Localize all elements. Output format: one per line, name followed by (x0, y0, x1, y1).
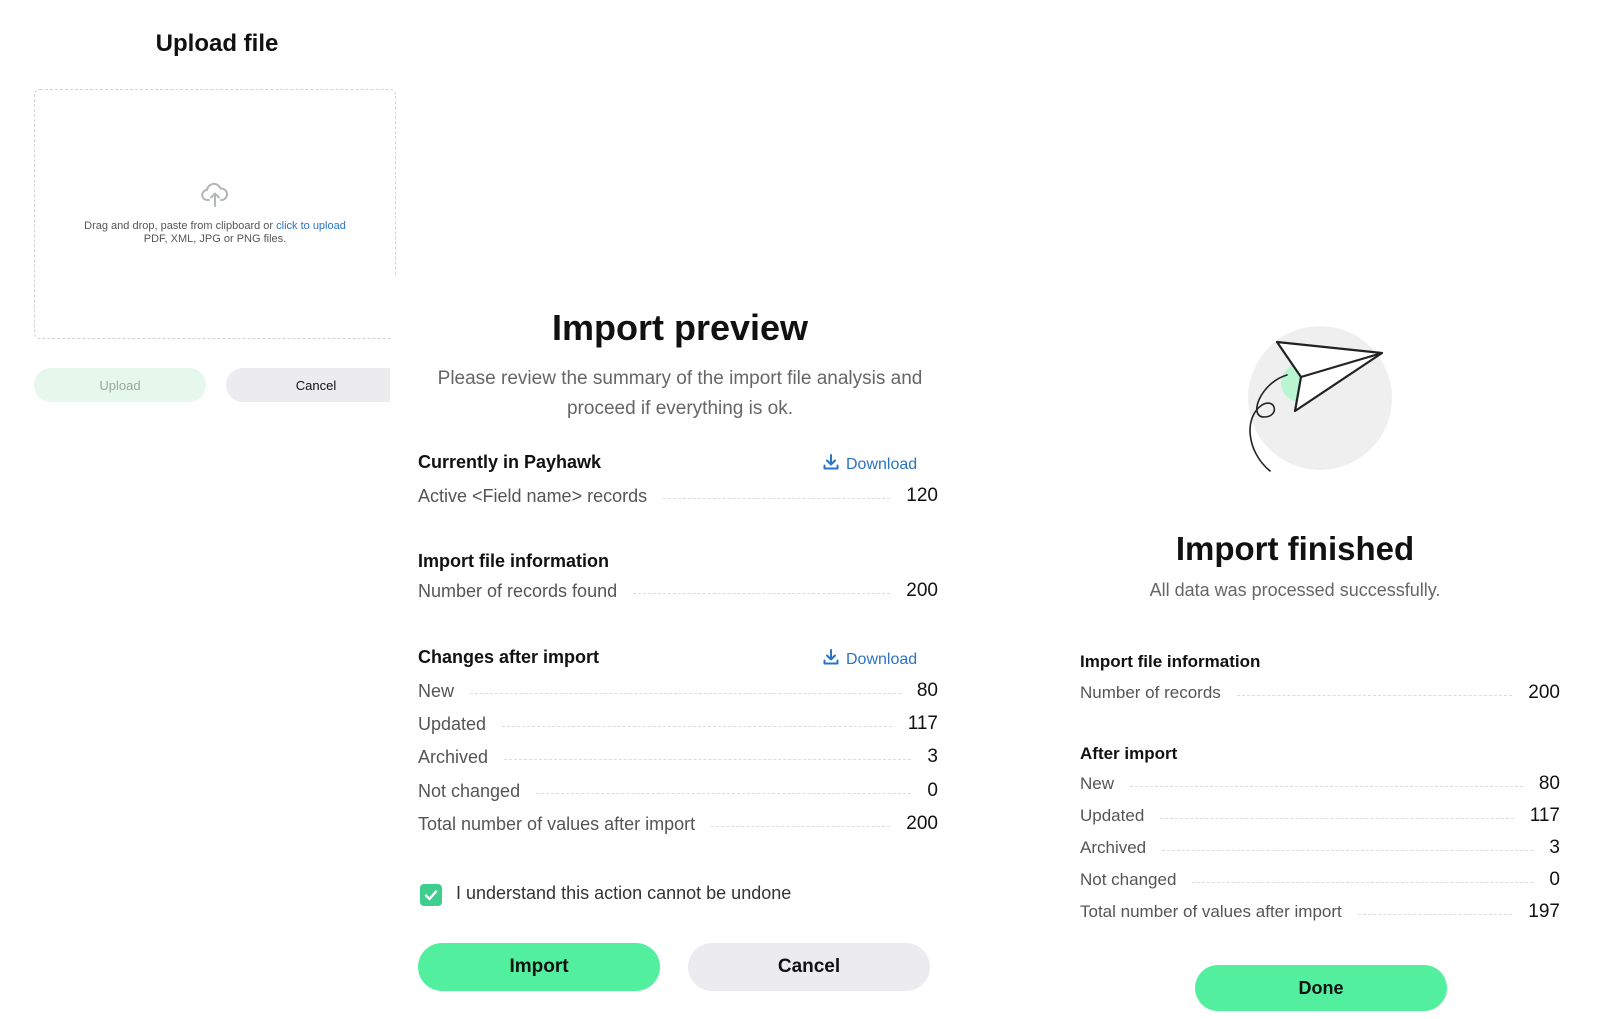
row-value: 117 (907, 713, 938, 734)
paper-plane-icon (1240, 325, 1400, 490)
download-current-link[interactable]: Download (822, 453, 917, 476)
section-file-info-heading: Import file information (418, 551, 609, 571)
summary-row: Number of records found 200 (418, 580, 938, 602)
dropzone-formats: PDF, XML, JPG or PNG files. (143, 233, 287, 245)
row-label: Total number of values after import (1080, 902, 1342, 921)
download-label: Download (846, 455, 918, 473)
row-value: 3 (1549, 837, 1560, 858)
section-changes-heading: Changes after import (418, 647, 600, 667)
row-value: 3 (927, 746, 938, 767)
summary-row: Active <Field name> records 120 (418, 485, 938, 507)
row-value: 200 (906, 580, 938, 601)
summary-row: New 80 (418, 680, 938, 702)
row-label: Updated (418, 713, 487, 734)
after-import-heading: After import (1080, 744, 1178, 763)
dropzone-text: Drag and drop, paste from clipboard or (84, 220, 274, 232)
summary-row: Not changed 0 (1080, 869, 1560, 891)
row-leader (633, 592, 891, 594)
row-label: Total number of values after import (418, 813, 696, 834)
upload-title: Upload file (155, 30, 279, 57)
row-value: 80 (1538, 773, 1560, 794)
section-current-heading: Currently in Payhawk (418, 452, 602, 472)
row-value: 0 (927, 780, 938, 801)
click-to-upload-link[interactable]: click to upload (276, 220, 346, 232)
confirm-label[interactable]: I understand this action cannot be undon… (456, 883, 791, 904)
preview-subtitle: Please review the summary of the import … (410, 364, 950, 424)
import-button[interactable]: Import (418, 943, 660, 991)
row-label: Not changed (418, 780, 521, 801)
summary-row: New 80 (1080, 773, 1560, 795)
checkmark-icon (424, 890, 438, 901)
summary-row: Archived 3 (418, 746, 938, 768)
dropzone-instructions: Drag and drop, paste from clipboard or c… (35, 220, 395, 232)
cloud-upload-icon (35, 182, 395, 213)
row-label: Archived (418, 746, 489, 767)
upload-cancel-button[interactable]: Cancel (226, 368, 406, 402)
row-leader (1192, 881, 1534, 883)
row-leader (711, 825, 891, 827)
preview-cancel-button[interactable]: Cancel (688, 943, 930, 991)
row-leader (502, 725, 892, 727)
preview-subtitle-line: Please review the summary of the import … (437, 368, 923, 389)
row-leader (504, 758, 912, 760)
row-leader (1236, 694, 1513, 696)
row-value: 200 (1528, 682, 1560, 703)
confirm-checkbox[interactable] (420, 884, 442, 906)
row-label: Updated (1080, 806, 1145, 825)
download-icon (822, 453, 840, 476)
row-value: 117 (1529, 805, 1560, 826)
finished-title: Import finished (1175, 530, 1415, 567)
row-label: Active <Field name> records (418, 485, 648, 506)
summary-row: Not changed 0 (418, 780, 938, 802)
finished-file-info-heading: Import file information (1080, 652, 1261, 671)
row-value: 80 (916, 680, 938, 701)
row-label: New (418, 680, 455, 701)
row-value: 197 (1528, 901, 1560, 922)
download-changes-link[interactable]: Download (822, 648, 917, 671)
row-label: Number of records found (418, 580, 618, 601)
summary-row: Total number of values after import 200 (418, 813, 938, 835)
preview-subtitle-line: proceed if everything is ok. (566, 398, 793, 419)
summary-row: Updated 117 (1080, 805, 1560, 827)
upload-dropzone[interactable]: Drag and drop, paste from clipboard or c… (34, 89, 396, 339)
row-label: New (1080, 774, 1115, 793)
download-label: Download (846, 650, 918, 668)
row-leader (1160, 817, 1514, 819)
row-leader (1130, 785, 1523, 787)
summary-row: Total number of values after import 197 (1080, 901, 1560, 923)
row-value: 0 (1549, 869, 1560, 890)
row-leader (1357, 913, 1513, 915)
row-label: Archived (1080, 838, 1147, 857)
row-leader (1162, 849, 1534, 851)
summary-row: Updated 117 (418, 713, 938, 735)
finished-subtitle: All data was processed successfully. (1149, 580, 1441, 600)
summary-row: Archived 3 (1080, 837, 1560, 859)
upload-button[interactable]: Upload (34, 368, 206, 402)
row-label: Not changed (1080, 870, 1177, 889)
preview-title: Import preview (551, 307, 809, 348)
row-leader (663, 497, 891, 499)
row-value: 200 (906, 813, 938, 834)
row-leader (470, 692, 901, 694)
import-preview-panel: Import preview Please review the summary… (390, 277, 970, 1019)
download-icon (822, 648, 840, 671)
done-button[interactable]: Done (1195, 965, 1447, 1011)
row-leader (536, 792, 912, 794)
row-value: 120 (906, 485, 938, 506)
row-label: Number of records (1080, 683, 1221, 702)
summary-row: Number of records 200 (1080, 682, 1560, 704)
